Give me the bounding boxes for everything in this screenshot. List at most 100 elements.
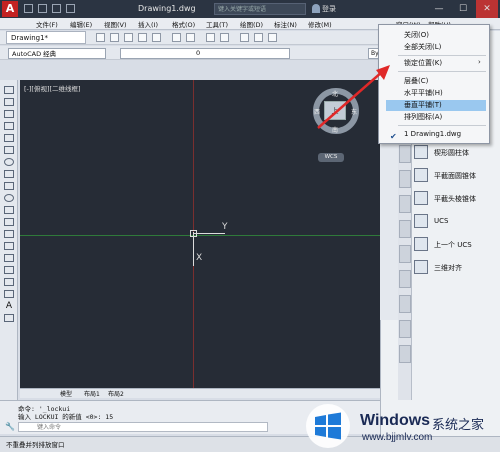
revision-cloud-icon[interactable] <box>4 170 14 178</box>
menu-tools[interactable]: 工具(T) <box>206 19 228 29</box>
properties-icon[interactable] <box>240 33 249 42</box>
menu-item-close-all[interactable]: 全部关闭(L) <box>386 42 486 53</box>
palette-tab[interactable] <box>399 245 411 263</box>
arc-icon[interactable] <box>4 146 14 154</box>
rectangle-icon[interactable] <box>4 134 14 142</box>
redo-icon[interactable] <box>186 33 195 42</box>
menu-item-arrange-icons[interactable]: 排列图标(A) <box>386 112 486 123</box>
tab-layout1[interactable]: 布局1 <box>84 389 100 398</box>
tab-model[interactable]: 模型 <box>60 389 72 398</box>
design-center-icon[interactable] <box>254 33 263 42</box>
menu-item-tile-horizontal[interactable]: 水平平铺(H) <box>386 88 486 99</box>
3d-align-icon[interactable] <box>414 260 428 274</box>
ellipse-arc-icon[interactable] <box>4 206 14 214</box>
menu-view[interactable]: 视图(V) <box>104 19 127 29</box>
insert-block-icon[interactable] <box>4 218 14 226</box>
minimize-button[interactable]: — <box>428 0 450 18</box>
multiline-text-icon[interactable]: A <box>4 302 14 311</box>
spline-icon[interactable] <box>4 182 14 190</box>
menu-draw[interactable]: 绘图(D) <box>240 19 263 29</box>
pan-icon[interactable] <box>206 33 215 42</box>
workspace-dropdown[interactable]: AutoCAD 经典 <box>8 48 106 59</box>
make-block-icon[interactable] <box>4 230 14 238</box>
tool-item[interactable]: UCS <box>434 217 448 225</box>
palette-tab[interactable] <box>399 295 411 313</box>
circle-icon[interactable] <box>4 158 14 166</box>
user-icon[interactable] <box>312 4 320 13</box>
viewcube-north[interactable]: 北 <box>332 89 338 98</box>
wrench-icon[interactable]: 🔧 <box>5 423 15 431</box>
menu-modify[interactable]: 修改(M) <box>308 19 332 29</box>
previous-ucs-icon[interactable] <box>414 237 428 251</box>
command-input[interactable]: 键入命令 <box>18 422 268 432</box>
wcs-menu[interactable]: WCS <box>318 153 344 162</box>
menu-edit[interactable]: 编辑(E) <box>70 19 92 29</box>
polygon-icon[interactable] <box>4 122 14 130</box>
palette-tab[interactable] <box>399 220 411 238</box>
tab-drawing1[interactable]: Drawing1* <box>6 31 86 44</box>
menu-separator <box>398 125 486 126</box>
menu-item-close[interactable]: 关闭(O) <box>386 30 486 41</box>
undo-icon[interactable] <box>172 33 181 42</box>
palette-tab[interactable] <box>399 320 411 338</box>
menu-insert[interactable]: 插入(I) <box>138 19 158 29</box>
table-icon[interactable] <box>4 290 14 298</box>
new-icon[interactable] <box>96 33 105 42</box>
layer-dropdown[interactable] <box>120 48 290 59</box>
tool-palette-icon[interactable] <box>268 33 277 42</box>
palette-tab[interactable] <box>399 345 411 363</box>
tool-item[interactable]: 三维对齐 <box>434 263 462 273</box>
print-icon[interactable] <box>138 33 147 42</box>
palette-tab[interactable] <box>399 195 411 213</box>
open-file-icon[interactable] <box>38 4 47 13</box>
preview-icon[interactable] <box>152 33 161 42</box>
close-button[interactable]: ✕ <box>476 0 498 18</box>
frustum-pyramid-icon[interactable] <box>414 191 428 205</box>
menu-file[interactable]: 文件(F) <box>36 19 58 29</box>
gradient-icon[interactable] <box>4 266 14 274</box>
login-link[interactable]: 登录 <box>322 4 336 14</box>
viewcube-south[interactable]: 南 <box>332 125 338 134</box>
viewcube-west[interactable]: 西 <box>314 107 320 116</box>
polyline-icon[interactable] <box>4 110 14 118</box>
viewport-label[interactable]: [-][俯视][二维线框] <box>24 83 81 93</box>
menu-item-cascade[interactable]: 层叠(C) <box>386 76 486 87</box>
wedge-cylinder-icon[interactable] <box>414 145 428 159</box>
hatch-icon[interactable] <box>4 254 14 262</box>
ucs-x-label: X <box>196 253 203 263</box>
ucs-icon[interactable] <box>414 214 428 228</box>
construction-line-icon[interactable] <box>4 98 14 106</box>
palette-tab[interactable] <box>399 170 411 188</box>
new-file-icon[interactable] <box>24 4 33 13</box>
viewcube-top-face[interactable]: 上 <box>324 101 346 120</box>
maximize-button[interactable]: ☐ <box>452 0 474 18</box>
tool-item[interactable]: 上一个 UCS <box>434 240 472 250</box>
save-icon[interactable] <box>52 4 61 13</box>
point-icon[interactable] <box>4 242 14 250</box>
open-icon[interactable] <box>110 33 119 42</box>
viewcube-east[interactable]: 东 <box>351 107 357 116</box>
tool-item[interactable]: 平截头棱锥体 <box>434 194 476 204</box>
line-icon[interactable] <box>4 86 14 94</box>
tool-item[interactable]: 楔形圆柱体 <box>434 148 469 158</box>
menu-item-lock-location[interactable]: 锁定位置(K) <box>386 58 486 69</box>
autocad-logo-icon[interactable]: A <box>2 1 18 17</box>
palette-tab[interactable] <box>399 145 411 163</box>
tab-layout2[interactable]: 布局2 <box>108 389 124 398</box>
menu-item-drawing1[interactable]: 1 Drawing1.dwg <box>386 129 486 140</box>
menu-item-tile-vertical[interactable]: 垂直平铺(T) <box>386 100 486 111</box>
add-selected-icon[interactable] <box>4 314 14 322</box>
menu-separator <box>398 71 486 72</box>
menu-format[interactable]: 格式(O) <box>172 19 195 29</box>
tool-item[interactable]: 平截面圆锥体 <box>434 171 476 181</box>
save-icon[interactable] <box>124 33 133 42</box>
menu-dimension[interactable]: 标注(N) <box>274 19 297 29</box>
search-input[interactable]: 键入关键字或短语 <box>214 3 306 15</box>
zoom-icon[interactable] <box>220 33 229 42</box>
palette-tab[interactable] <box>399 270 411 288</box>
frustum-cone-icon[interactable] <box>414 168 428 182</box>
undo-icon[interactable] <box>66 4 75 13</box>
region-icon[interactable] <box>4 278 14 286</box>
ellipse-icon[interactable] <box>4 194 14 202</box>
ucs-origin-box <box>190 230 197 237</box>
